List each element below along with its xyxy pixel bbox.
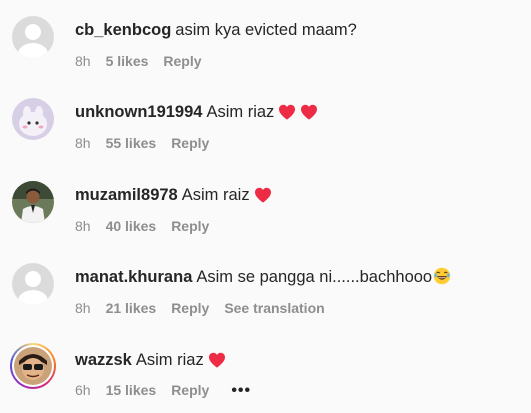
- comment-text-line: muzamil8978 Asim raiz: [75, 185, 272, 208]
- comment-text-line: unknown191994 Asim riaz: [75, 102, 318, 125]
- reply-button[interactable]: Reply: [163, 53, 201, 69]
- comment-item: manat.khurana Asim se pangga ni......bach…: [0, 247, 531, 329]
- comment-time[interactable]: 8h: [75, 300, 91, 316]
- comment-item: muzamil8978 Asim raiz 8h 40 likes Reply: [0, 165, 531, 247]
- reply-button[interactable]: Reply: [171, 218, 209, 234]
- comment-meta: 8h 55 likes Reply: [75, 134, 224, 152]
- comment-meta: 8h 21 likes Reply See translation: [75, 299, 340, 317]
- comment-likes[interactable]: 21 likes: [106, 300, 157, 316]
- red-heart-icon: [278, 104, 296, 125]
- comment-username[interactable]: manat.khurana: [75, 268, 192, 286]
- comment-meta: 8h 40 likes Reply: [75, 217, 224, 235]
- comment-text-line: cb_kenbcog asim kya evicted maam?: [75, 20, 357, 40]
- comment-time[interactable]: 8h: [75, 218, 91, 234]
- see-translation-link[interactable]: See translation: [224, 300, 324, 316]
- comment-body: Asim riaz: [135, 351, 204, 369]
- reply-button[interactable]: Reply: [171, 300, 209, 316]
- photo-avatar-icon[interactable]: [12, 181, 54, 223]
- comment-body: asim kya evicted maam?: [175, 21, 357, 39]
- comment-username[interactable]: wazzsk: [75, 351, 132, 369]
- comment-body: Asim se pangga ni......bachhooo: [196, 268, 433, 286]
- comment-time[interactable]: 8h: [75, 53, 91, 69]
- comment-item: wazzsk Asim riaz 6h 15 likes Reply •••: [0, 330, 531, 412]
- comment-body: Asim riaz: [206, 103, 275, 121]
- photo-avatar-icon[interactable]: [12, 98, 54, 140]
- comment-likes[interactable]: 55 likes: [106, 135, 157, 151]
- comment-meta: 8h 5 likes Reply: [75, 52, 217, 70]
- comment-item: unknown191994 Asim riaz 8h 55 likes Reply: [0, 82, 531, 164]
- more-options-icon[interactable]: •••: [231, 382, 251, 399]
- comment-likes[interactable]: 15 likes: [106, 382, 157, 398]
- story-ring-avatar-icon[interactable]: [10, 343, 56, 389]
- reply-button[interactable]: Reply: [171, 135, 209, 151]
- reply-button[interactable]: Reply: [171, 382, 209, 398]
- comment-text-line: wazzsk Asim riaz: [75, 350, 226, 373]
- comment-body: Asim raiz: [181, 186, 250, 204]
- red-heart-icon: [300, 104, 318, 125]
- comment-time[interactable]: 8h: [75, 135, 91, 151]
- comment-meta: 6h 15 likes Reply •••: [75, 381, 266, 400]
- comment-item: cb_kenbcog asim kya evicted maam? 8h 5 lik…: [0, 0, 531, 82]
- comment-likes[interactable]: 40 likes: [106, 218, 157, 234]
- comment-username[interactable]: cb_kenbcog: [75, 21, 171, 39]
- comment-username[interactable]: muzamil8978: [75, 186, 178, 204]
- comment-time[interactable]: 6h: [75, 382, 91, 398]
- default-avatar-icon[interactable]: [12, 263, 54, 305]
- comment-likes[interactable]: 5 likes: [106, 53, 149, 69]
- laughing-emoji-icon: [433, 267, 451, 290]
- default-avatar-icon[interactable]: [12, 16, 54, 58]
- comment-text-line: manat.khurana Asim se pangga ni......bach…: [75, 267, 451, 290]
- comment-username[interactable]: unknown191994: [75, 103, 202, 121]
- red-heart-icon: [254, 187, 272, 208]
- red-heart-icon: [208, 352, 226, 373]
